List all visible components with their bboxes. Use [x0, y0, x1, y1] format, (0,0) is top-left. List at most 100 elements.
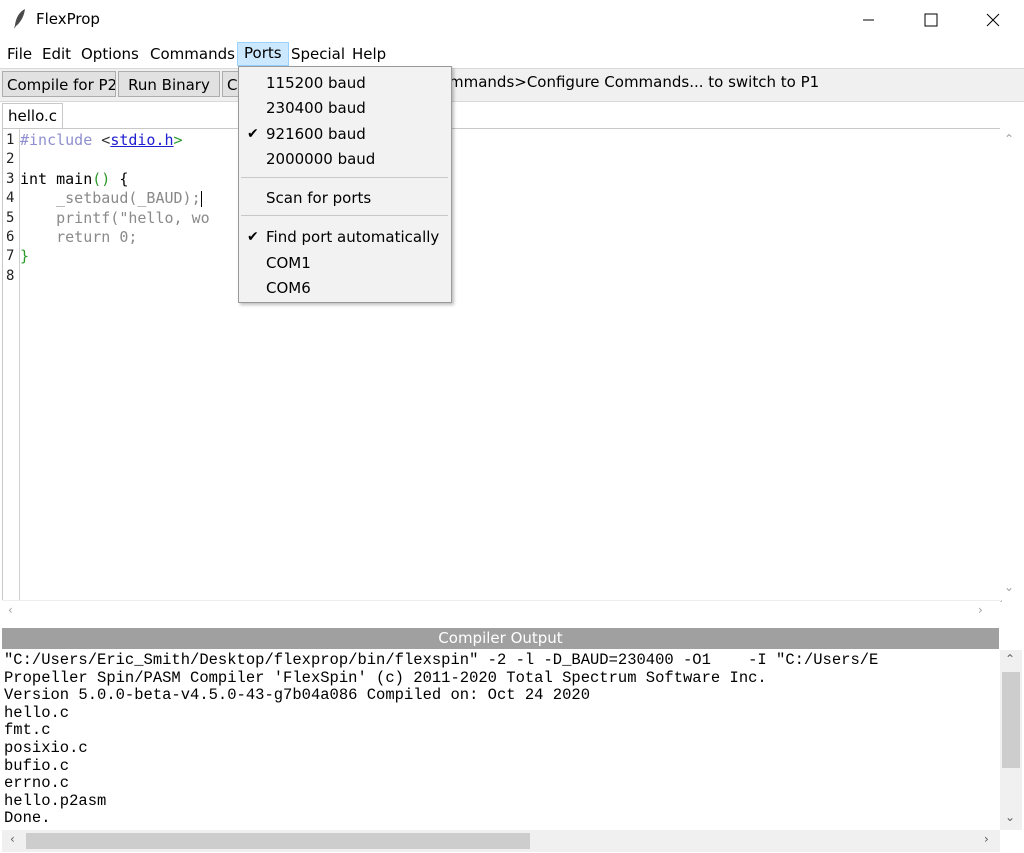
menu-item-921600-baud[interactable]: ✔ 921600 baud: [239, 122, 451, 146]
output-line: fmt.c: [4, 721, 51, 740]
output-horizontal-scrollbar[interactable]: ‹ ›: [2, 830, 1000, 852]
menu-bar: File Edit Options Commands Ports Special…: [0, 41, 1024, 67]
editor-horizontal-scrollbar[interactable]: ‹ ›: [2, 600, 1000, 621]
menu-item-scan-for-ports[interactable]: Scan for ports: [239, 186, 451, 210]
line-number: 4: [6, 190, 15, 207]
menu-item-2000000-baud[interactable]: 2000000 baud: [239, 147, 451, 171]
menu-item-230400-baud[interactable]: 230400 baud: [239, 96, 451, 120]
code-token: <: [101, 131, 111, 149]
menu-help[interactable]: Help: [346, 43, 392, 65]
code-token: int main: [20, 169, 93, 188]
code-line: #include <stdio.h>: [20, 131, 210, 150]
output-line: hello.p2asm: [4, 791, 107, 810]
code-editor[interactable]: 1 2 3 4 5 6 7 8 #include <stdio.h> int m…: [2, 128, 1002, 602]
toolbar: Compile for P2 Run Binary Co mmands>Conf…: [0, 68, 1024, 102]
line-number-gutter: 1 2 3 4 5 6 7 8: [3, 131, 18, 286]
output-line: "C:/Users/Eric_Smith/Desktop/flexprop/bi…: [4, 651, 879, 669]
output-line: Done.: [4, 809, 51, 828]
code-token: >: [173, 131, 183, 149]
maximize-icon: [924, 13, 938, 27]
status-message: mmands>Configure Commands... to switch t…: [449, 73, 820, 91]
menu-item-label: Find port automatically: [266, 228, 440, 246]
chevron-up-icon[interactable]: ⌃: [1004, 132, 1014, 146]
menu-file[interactable]: File: [1, 43, 38, 65]
code-line: }: [20, 247, 210, 266]
output-line: hello.c: [4, 703, 70, 722]
menu-item-label: 2000000 baud: [266, 150, 376, 168]
menu-item-label: 921600 baud: [266, 125, 366, 143]
run-binary-button[interactable]: Run Binary: [118, 71, 220, 97]
menu-options[interactable]: Options: [75, 43, 145, 65]
line-number: 2: [6, 151, 15, 168]
menu-separator: [241, 177, 448, 178]
menu-item-com1[interactable]: COM1: [239, 251, 451, 275]
feather-icon: [14, 9, 25, 29]
menu-item-115200-baud[interactable]: 115200 baud: [239, 71, 451, 95]
menu-item-label: Scan for ports: [266, 189, 372, 207]
menu-item-label: 230400 baud: [266, 99, 366, 117]
menu-ports[interactable]: Ports: [237, 42, 289, 66]
line-number: 5: [6, 209, 15, 226]
chevron-up-icon[interactable]: ⌃: [1005, 652, 1015, 666]
compiler-output[interactable]: "C:/Users/Eric_Smith/Desktop/flexprop/bi…: [2, 650, 999, 830]
output-line: Version 5.0.0-beta-v4.5.0-43-g7b04a086 C…: [4, 686, 590, 705]
title-bar: FlexProp: [0, 0, 1024, 40]
close-button[interactable]: [962, 0, 1024, 40]
output-line: Propeller Spin/PASM Compiler 'FlexSpin' …: [4, 668, 767, 687]
menu-item-find-port-automatically[interactable]: ✔ Find port automatically: [239, 225, 451, 249]
tab-hello-c[interactable]: hello.c: [2, 103, 63, 128]
code-token-link: stdio.h: [110, 131, 174, 149]
output-text: "C:/Users/Eric_Smith/Desktop/flexprop/bi…: [4, 651, 879, 828]
line-number: 6: [6, 229, 15, 246]
chevron-down-icon[interactable]: ⌄: [1004, 580, 1014, 594]
menu-item-label: 115200 baud: [266, 74, 366, 92]
maximize-button[interactable]: [900, 0, 962, 40]
checkmark-icon: ✔: [247, 126, 259, 142]
checkmark-icon: ✔: [247, 229, 259, 245]
menu-item-com6[interactable]: COM6: [239, 276, 451, 300]
minimize-button[interactable]: [838, 0, 900, 40]
code-token: (): [92, 169, 111, 188]
code-line: int main() {: [20, 170, 210, 189]
output-line: errno.c: [4, 774, 70, 793]
line-number: 7: [6, 248, 15, 265]
chevron-down-icon[interactable]: ⌄: [1005, 810, 1015, 824]
code-token: #include: [20, 131, 102, 149]
menu-commands[interactable]: Commands: [144, 43, 241, 65]
menu-item-label: COM6: [266, 279, 311, 297]
close-icon: [986, 13, 1000, 27]
output-vertical-scrollbar[interactable]: ⌃ ⌄: [1000, 650, 1022, 830]
code-token: }: [20, 247, 30, 266]
line-number: 1: [6, 132, 15, 148]
chevron-left-icon[interactable]: ‹: [10, 832, 15, 846]
editor-vertical-scrollbar[interactable]: ⌃ ⌄: [1000, 128, 1020, 600]
menu-separator: [241, 215, 448, 216]
code-text[interactable]: #include <stdio.h> int main() { _setbaud…: [20, 131, 210, 286]
code-line: printf("hello, wo: [20, 209, 210, 228]
menu-special[interactable]: Special: [285, 43, 351, 65]
minimize-icon: [863, 19, 874, 21]
compile-button[interactable]: Compile for P2: [2, 71, 116, 97]
output-line: bufio.c: [4, 756, 70, 775]
text-cursor: [200, 190, 202, 207]
chevron-left-icon[interactable]: ‹: [8, 603, 13, 617]
line-number: 3: [6, 170, 15, 187]
chevron-right-icon[interactable]: ›: [978, 603, 983, 617]
code-line: return 0;: [20, 228, 210, 247]
scrollbar-thumb[interactable]: [1002, 672, 1020, 768]
window-title: FlexProp: [36, 10, 100, 28]
chevron-right-icon[interactable]: ›: [984, 832, 989, 846]
menu-edit[interactable]: Edit: [36, 43, 77, 65]
code-token: _setbaud(_BAUD);: [20, 189, 201, 208]
output-line: posixio.c: [4, 738, 88, 757]
scrollbar-thumb[interactable]: [26, 833, 530, 849]
menu-item-label: COM1: [266, 254, 311, 272]
code-line: _setbaud(_BAUD);: [20, 189, 210, 208]
compiler-output-header: Compiler Output: [2, 628, 999, 649]
ports-menu: 115200 baud 230400 baud ✔ 921600 baud 20…: [238, 66, 452, 303]
line-number: 8: [6, 267, 15, 284]
code-token: printf("hello, wo: [20, 208, 210, 227]
code-token: {: [110, 169, 129, 188]
